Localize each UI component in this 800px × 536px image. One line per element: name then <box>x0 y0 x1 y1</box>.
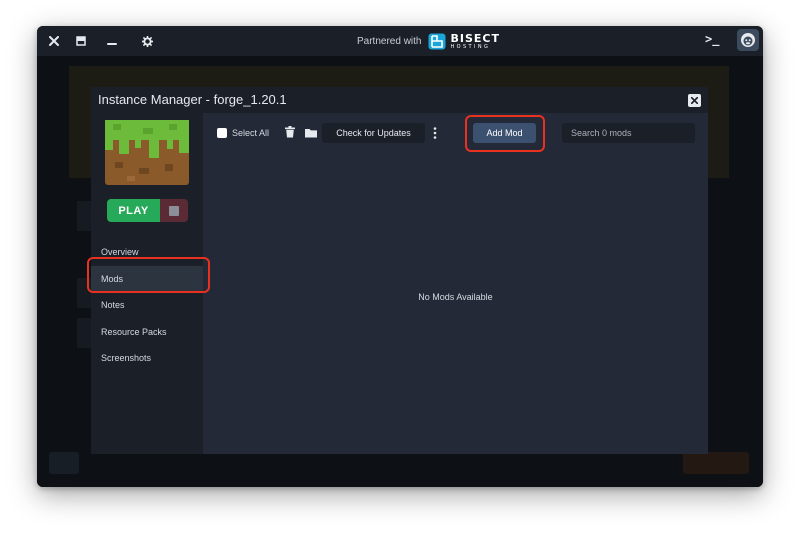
bisect-logo: BISECT HOSTING <box>428 33 500 50</box>
bisect-name: BISECT <box>450 32 500 45</box>
play-button[interactable]: PLAY <box>107 199 160 222</box>
minimize-icon[interactable] <box>103 32 121 50</box>
background-footer-button <box>49 452 79 474</box>
instance-manager-modal: Instance Manager - forge_1.20.1 PLAY Ove… <box>91 87 708 454</box>
nav-item-screenshots[interactable]: Screenshots <box>91 345 203 372</box>
terminal-icon[interactable]: >_ <box>705 32 719 46</box>
mods-toolbar: Select All Check for Updates Add Mod <box>203 113 708 153</box>
check-updates-button[interactable]: Check for Updates <box>322 123 425 143</box>
nav-item-notes[interactable]: Notes <box>91 292 203 319</box>
select-all-checkbox[interactable] <box>217 128 227 138</box>
stop-icon <box>169 205 179 216</box>
instance-sidebar: PLAY Overview Mods Notes Resource Packs … <box>91 113 203 454</box>
more-vertical-icon[interactable] <box>432 126 438 140</box>
instance-nav: Overview Mods Notes Resource Packs Scree… <box>91 239 203 372</box>
modal-header: Instance Manager - forge_1.20.1 <box>91 87 708 113</box>
nav-item-resource-packs[interactable]: Resource Packs <box>91 319 203 346</box>
grass-block-icon <box>105 120 189 185</box>
trash-icon[interactable] <box>283 125 297 139</box>
search-mods-input[interactable] <box>562 123 695 143</box>
add-mod-button[interactable]: Add Mod <box>473 123 536 143</box>
folder-icon[interactable] <box>304 126 318 140</box>
nav-item-mods[interactable]: Mods <box>91 265 203 292</box>
mods-panel: Select All Check for Updates Add Mod No … <box>203 113 708 454</box>
empty-state-message: No Mods Available <box>418 292 493 302</box>
tray-icon[interactable] <box>72 32 90 50</box>
gorilla-avatar-icon[interactable] <box>737 29 759 51</box>
stop-button[interactable] <box>160 199 188 222</box>
partner-label: Partnered with <box>357 36 422 47</box>
modal-title: Instance Manager - forge_1.20.1 <box>98 92 287 107</box>
play-controls: PLAY <box>107 199 188 222</box>
modal-close-icon[interactable] <box>688 94 701 107</box>
bisect-mark-icon <box>428 33 446 50</box>
bisect-sub: HOSTING <box>450 44 491 50</box>
titlebar: Partnered with BISECT HOSTING >_ <box>37 26 763 56</box>
nav-item-overview[interactable]: Overview <box>91 239 203 266</box>
partner-banner[interactable]: Partnered with BISECT HOSTING <box>357 33 500 50</box>
close-icon[interactable] <box>45 32 63 50</box>
gear-icon[interactable] <box>138 32 156 50</box>
select-all-label[interactable]: Select All <box>232 128 269 138</box>
background-footer-button <box>683 452 749 474</box>
